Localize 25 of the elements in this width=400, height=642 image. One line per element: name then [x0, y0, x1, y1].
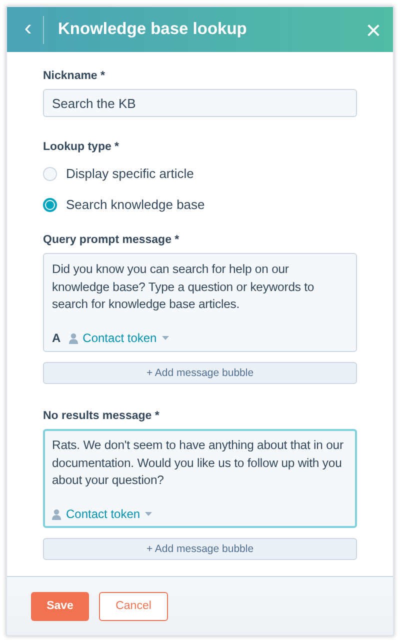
message-editor[interactable]: Did you know you can search for help on our knowledge base? Type a question or keywords to search for knowledge base articles. A Contact token [43, 253, 357, 352]
radio-option[interactable]: Search knowledge base [43, 197, 357, 212]
close-button[interactable]: × [362, 16, 385, 42]
person-icon [52, 508, 61, 520]
caret-icon [162, 336, 169, 340]
caret-icon [145, 512, 152, 516]
message-text: Did you know you can search for help on our knowledge base? Type a question or keywords to search for knowledge base articles. [52, 261, 316, 313]
person-icon [68, 332, 78, 344]
field-label: Lookup type * [43, 141, 120, 153]
cancel-button[interactable]: Cancel [99, 592, 168, 620]
add-bubble-button[interactable]: + Add message bubble [43, 362, 357, 384]
format-button[interactable]: A [52, 331, 61, 345]
radio-option[interactable]: Display specific article [43, 166, 357, 181]
contact-token-dropdown[interactable]: Contact token [52, 507, 152, 521]
add-bubble-button[interactable]: + Add message bubble [43, 538, 357, 560]
nickname-field[interactable]: Search the KB [43, 89, 357, 117]
message-editor[interactable]: Rats. We don't seem to have anything about that in our documentation. Would you like us to follow up with you about your question? Contact token [43, 429, 357, 528]
field-label: Nickname * [43, 70, 106, 82]
back-button[interactable]: ‹ [7, 7, 43, 52]
message-text: Rats. We don't seem to have anything about that in our documentation. Would you like us to follow up with you about your question? [52, 437, 344, 489]
field-label: Query prompt message * [43, 234, 180, 246]
save-button[interactable]: Save [31, 592, 89, 620]
contact-token-dropdown[interactable]: Contact token [68, 331, 169, 345]
field-label: No results message * [43, 410, 160, 422]
dialog-title: Knowledge base lookup [58, 20, 248, 39]
